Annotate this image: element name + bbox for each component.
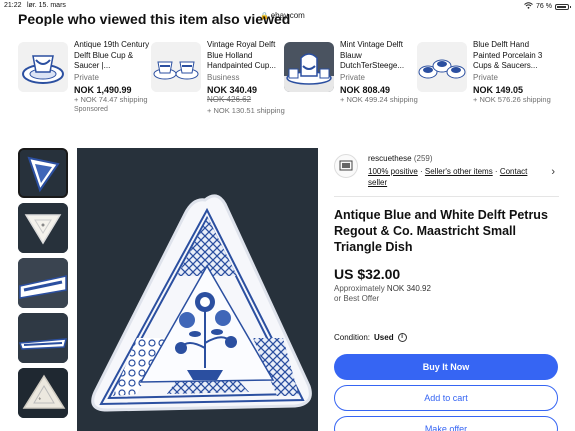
card-shipping: + NOK 499.24 shipping: [340, 95, 418, 104]
approx-value: NOK 340.92: [386, 284, 431, 293]
card-shipping: + NOK 576.26 shipping: [473, 95, 551, 104]
approx-label: Approximately: [334, 284, 385, 293]
condition-value: Used: [374, 333, 394, 342]
seller-other-items-link[interactable]: Seller's other items: [425, 167, 493, 176]
product-price: US $32.00: [334, 266, 401, 282]
link-separator: ·: [492, 167, 500, 176]
card-title: Antique 19th Century Delft Blue Cup & Sa…: [74, 40, 150, 70]
section-title: People who viewed this item also viewed: [18, 11, 291, 26]
wifi-icon: [524, 2, 533, 11]
item-thumbnail: [151, 42, 201, 92]
chevron-right-icon[interactable]: ›: [551, 166, 555, 178]
similar-item-card[interactable]: Mint Vintage Delft Blauw DutchTerSteege.…: [284, 40, 419, 135]
divider: [334, 196, 559, 197]
seller-positive-link[interactable]: 100% positive: [368, 167, 418, 176]
card-price: NOK 340.49: [207, 84, 258, 95]
gallery-thumbnail[interactable]: [18, 203, 68, 253]
seller-links: 100% positive · Seller's other items · C…: [368, 166, 548, 188]
condition-row: Condition: Used i: [334, 333, 407, 342]
info-icon[interactable]: i: [397, 333, 407, 342]
seller-name[interactable]: rescuethese (259): [368, 154, 433, 163]
card-price: NOK 808.49: [340, 84, 391, 95]
item-thumbnail: [284, 42, 334, 92]
card-seller-type: Business: [207, 73, 240, 82]
card-title: Mint Vintage Delft Blauw DutchTerSteege.…: [340, 40, 405, 70]
seller-feedback-count: (259): [413, 154, 433, 163]
card-shipping: + NOK 74.47 shipping: [74, 95, 148, 104]
gallery-thumbnail[interactable]: [18, 313, 68, 363]
card-price: NOK 1,490.99: [74, 84, 132, 95]
item-thumbnail: [18, 42, 68, 92]
product-title: Antique Blue and White Delft Petrus Rego…: [334, 208, 548, 254]
card-sponsored: Sponsored: [74, 106, 108, 113]
status-time: 21:22: [4, 2, 22, 9]
battery-percent: 76 %: [536, 3, 552, 10]
card-original-price: NOK 426.62: [207, 95, 252, 104]
best-offer-text: or Best Offer: [334, 294, 380, 303]
seller-avatar: [334, 154, 358, 178]
gallery-thumbnail[interactable]: [18, 258, 68, 308]
link-separator: ·: [417, 167, 425, 176]
item-thumbnail: [417, 42, 467, 92]
gallery-thumbnail[interactable]: ⚜: [18, 368, 68, 418]
card-seller-type: Private: [74, 73, 99, 82]
card-seller-type: Private: [340, 73, 365, 82]
gallery-thumbnail[interactable]: [18, 148, 68, 198]
card-price: NOK 149.05: [473, 84, 524, 95]
image-gallery-thumbnails: ⚜: [18, 148, 70, 423]
similar-item-card[interactable]: Vintage Royal Delft Blue Holland Handpai…: [151, 40, 286, 135]
add-to-cart-button[interactable]: Add to cart: [334, 385, 558, 411]
seller-username: rescuethese: [368, 154, 412, 163]
main-product-image[interactable]: [77, 148, 318, 431]
similar-item-card[interactable]: Blue Delft Hand Painted Porcelain 3 Cups…: [417, 40, 552, 135]
svg-text:⚜: ⚜: [38, 396, 42, 401]
card-seller-type: Private: [473, 73, 498, 82]
approx-price: Approximately NOK 340.92: [334, 284, 431, 294]
make-offer-button[interactable]: Make offer: [334, 416, 558, 431]
similar-items-carousel: Antique 19th Century Delft Blue Cup & Sa…: [18, 40, 575, 135]
similar-item-card[interactable]: Antique 19th Century Delft Blue Cup & Sa…: [18, 40, 153, 135]
status-date: lør. 15. mars: [27, 2, 66, 9]
status-right: 76 %: [524, 2, 571, 11]
condition-label: Condition:: [334, 333, 371, 342]
battery-icon: [555, 3, 571, 10]
seller-info[interactable]: rescuethese (259) 100% positive · Seller…: [334, 150, 559, 190]
buy-it-now-button[interactable]: Buy It Now: [334, 354, 558, 380]
card-title: Blue Delft Hand Painted Porcelain 3 Cups…: [473, 40, 543, 70]
card-shipping: + NOK 130.51 shipping: [207, 105, 285, 115]
card-title: Vintage Royal Delft Blue Holland Handpai…: [207, 40, 276, 70]
